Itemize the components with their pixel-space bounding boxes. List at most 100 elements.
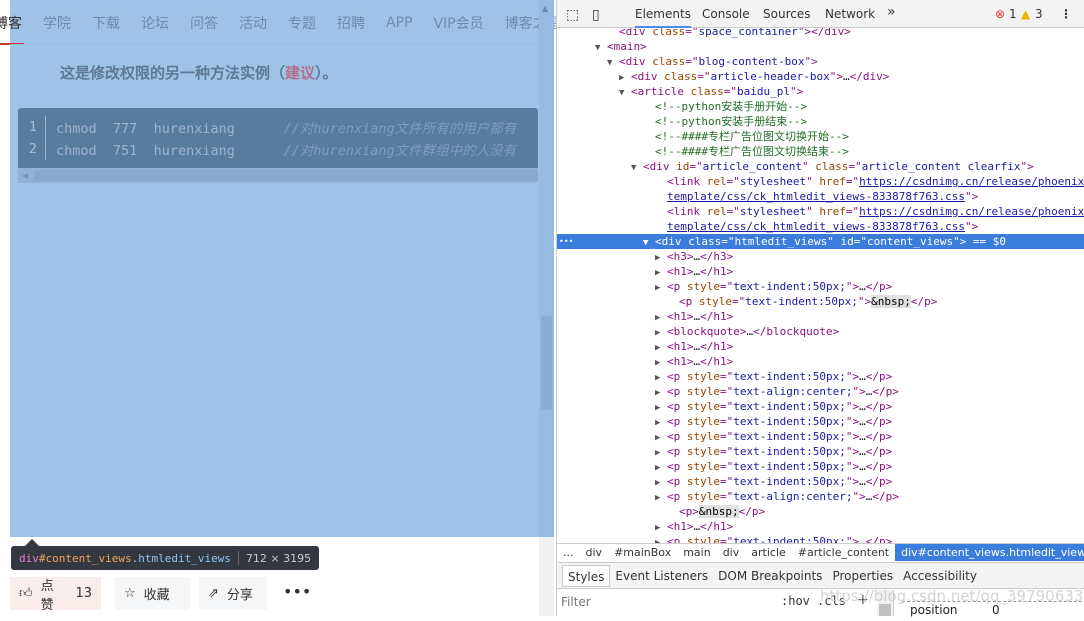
dom-node[interactable]: ▼ <div class="blog-content-box">	[557, 54, 1084, 69]
hov-toggle[interactable]: :hov	[781, 594, 810, 608]
dom-node[interactable]: <p>&nbsp;</p>	[557, 504, 1084, 519]
dom-node[interactable]: <!--####专栏广告位图文切换开始-->	[557, 129, 1084, 144]
tab-console[interactable]: Console	[702, 7, 750, 21]
dom-node[interactable]: ▼ <main>	[557, 39, 1084, 54]
dom-node[interactable]: ▶ <p style="text-indent:50px;">…</p>	[557, 279, 1084, 294]
nav-item[interactable]: 下载	[92, 13, 120, 33]
breadcrumb-item[interactable]: #mainBox	[608, 546, 677, 559]
dom-node[interactable]: ▶ <div class="article-header-box">…</div>	[557, 69, 1084, 84]
dom-node[interactable]: ▶ <h1>…</h1>	[557, 309, 1084, 324]
share-button[interactable]: ⇗ 分享	[199, 577, 267, 610]
dom-node[interactable]: ▶ <p style="text-indent:50px;">…</p>	[557, 459, 1084, 474]
dom-node[interactable]: ▼ <div id="article_content" class="articl…	[557, 159, 1084, 174]
resource-link[interactable]: https://csdnimg.cn/release/phoenix/	[859, 175, 1084, 188]
dom-node[interactable]: <link rel="stylesheet" href="https://csd…	[557, 174, 1084, 189]
subtab-accessibility[interactable]: Accessibility	[898, 565, 982, 587]
breadcrumb-item[interactable]: article	[745, 546, 792, 559]
dom-node[interactable]: template/css/ck_htmledit_views-833878f76…	[557, 189, 1084, 204]
dom-node[interactable]: ▶ <h1>…</h1>	[557, 339, 1084, 354]
dom-node[interactable]: ▶ <h1>…</h1>	[557, 264, 1084, 279]
dom-token: ">	[845, 535, 860, 543]
dom-token: ="	[726, 175, 740, 188]
resource-link[interactable]: https://csdnimg.cn/release/phoenix/	[859, 205, 1084, 218]
page-vertical-scrollbar[interactable]: ▲	[539, 0, 554, 616]
dom-token: text-indent:50px;	[733, 535, 846, 543]
dom-node[interactable]: ▶ <p style="text-indent:50px;">…</p>	[557, 534, 1084, 543]
scroll-left-arrow-icon[interactable]: ◀	[22, 171, 28, 180]
error-icon[interactable]: ⊗	[995, 7, 1005, 21]
scrollbar-thumb[interactable]	[541, 316, 552, 410]
dom-token: …	[859, 445, 866, 458]
dom-token: ="	[723, 85, 737, 98]
dom-node[interactable]: ▶ <p style="text-indent:50px;">…</p>	[557, 474, 1084, 489]
more-button[interactable]: •••	[283, 582, 311, 601]
resource-link[interactable]: template/css/ck_htmledit_views-833878f76…	[667, 190, 965, 203]
kebab-menu-icon[interactable]: ⋮	[1060, 7, 1072, 21]
subtab-event-listeners[interactable]: Event Listeners	[610, 565, 713, 587]
breadcrumb-item[interactable]: div	[580, 546, 609, 559]
dom-node[interactable]: ▶ <h1>…</h1>	[557, 354, 1084, 369]
dom-node[interactable]: ▶ <p style="text-indent:50px;">…</p>	[557, 429, 1084, 444]
dom-node[interactable]: ▶ <p style="text-indent:50px;">…</p>	[557, 399, 1084, 414]
dom-token: ">	[852, 385, 866, 398]
dom-node[interactable]: ▶ <p style="text-indent:50px;">…</p>	[557, 444, 1084, 459]
device-toolbar-icon[interactable]: ▯	[592, 7, 600, 23]
breadcrumb-item[interactable]: ...	[557, 546, 580, 559]
dom-node[interactable]: template/css/ck_htmledit_views-833878f76…	[557, 219, 1084, 234]
favorite-button[interactable]: ☆ 收藏	[115, 577, 190, 610]
dom-token: </h1>	[700, 310, 734, 323]
expand-right-icon[interactable]: ▶	[655, 536, 667, 543]
like-button[interactable]: 👍︎ 点赞 13	[10, 577, 101, 613]
warning-count[interactable]: 3	[1035, 7, 1043, 21]
dom-node[interactable]: ••• ▼ <div class="htmledit_views" id="cont…	[557, 234, 1084, 249]
breadcrumb-item[interactable]: div	[717, 546, 746, 559]
nav-item[interactable]: 博客	[0, 13, 22, 33]
code-horizontal-scrollbar[interactable]: ◀	[18, 168, 538, 183]
dom-node[interactable]: <div class="space_container"></div>	[557, 28, 1084, 39]
breadcrumb-item[interactable]: #article_content	[792, 546, 895, 559]
warning-icon[interactable]: ▲	[1021, 7, 1030, 21]
subtab-properties[interactable]: Properties	[827, 565, 898, 587]
nav-item[interactable]: 论坛	[141, 13, 169, 33]
tab-elements[interactable]: Elements	[635, 7, 691, 28]
dom-node[interactable]: ▶ <p style="text-align:center;">…</p>	[557, 384, 1084, 399]
like-count: 13	[75, 586, 92, 601]
nav-item[interactable]: 招聘	[337, 13, 365, 33]
dom-node[interactable]: ▼ <article class="baidu_pl">	[557, 84, 1084, 99]
dom-node[interactable]: ▶ <h3>…</h3>	[557, 249, 1084, 264]
dom-node[interactable]: <p style="text-indent:50px;">&nbsp;</p>	[557, 294, 1084, 309]
dom-node[interactable]: ▶ <blockquote>…</blockquote>	[557, 324, 1084, 339]
scrollbar-thumb[interactable]	[879, 604, 891, 616]
subtab-dom-breakpoints[interactable]: DOM Breakpoints	[713, 565, 827, 587]
nav-item[interactable]: APP	[386, 15, 412, 31]
breadcrumb-item[interactable]: main	[677, 546, 716, 559]
filter-input[interactable]: Filter	[561, 595, 591, 609]
error-count[interactable]: 1	[1009, 7, 1017, 21]
dom-node[interactable]: ▶ <h1>…</h1>	[557, 519, 1084, 534]
dom-node[interactable]: ▶ <p style="text-indent:50px;">…</p>	[557, 369, 1084, 384]
dom-node[interactable]: <!--python安装手册结束-->	[557, 114, 1084, 129]
tab-sources[interactable]: Sources	[763, 7, 810, 21]
dom-token: style	[686, 385, 720, 398]
resource-link[interactable]: template/css/ck_htmledit_views-833878f76…	[667, 220, 965, 233]
nav-item[interactable]: 问答	[190, 13, 218, 33]
breadcrumb-item[interactable]: div#content_views.htmledit_views	[895, 544, 1084, 561]
nav-item[interactable]: VIP会员	[433, 13, 483, 33]
selected-node-ellipsis[interactable]: •••	[559, 234, 573, 249]
scroll-up-arrow-icon[interactable]: ▲	[542, 4, 548, 13]
subtab-styles[interactable]: Styles	[562, 564, 611, 587]
dom-node[interactable]: <link rel="stylesheet" href="https://csd…	[557, 204, 1084, 219]
scrollbar-thumb[interactable]	[34, 170, 538, 181]
dom-node[interactable]: ▶ <p style="text-indent:50px;">…</p>	[557, 414, 1084, 429]
dom-token: ="	[720, 445, 734, 458]
more-tabs-button[interactable]: »	[887, 4, 896, 20]
tab-network[interactable]: Network	[825, 7, 875, 21]
dom-node[interactable]: ▶ <p style="text-align:center;">…</p>	[557, 489, 1084, 504]
inspect-element-icon[interactable]: ⬚	[566, 7, 579, 23]
nav-item[interactable]: 学院	[43, 13, 71, 33]
dom-node[interactable]: <!--####专栏广告位图文切换结束-->	[557, 144, 1084, 159]
nav-item[interactable]: 专题	[288, 13, 316, 33]
nav-item[interactable]: 活动	[239, 13, 267, 33]
suggestion-link[interactable]: 建议	[285, 64, 315, 82]
dom-node[interactable]: <!--python安装手册开始-->	[557, 99, 1084, 114]
